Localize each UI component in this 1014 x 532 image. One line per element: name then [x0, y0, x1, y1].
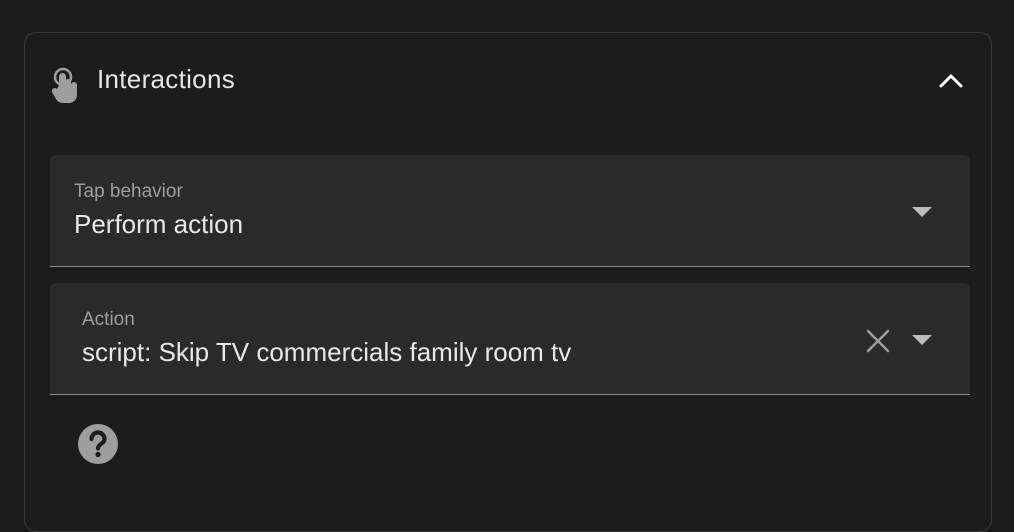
interactions-panel: Interactions Tap behavior Perform action… — [24, 32, 992, 532]
gesture-tap-icon — [51, 67, 77, 104]
dropdown-arrow-icon[interactable] — [910, 205, 934, 219]
tap-behavior-label: Tap behavior — [74, 181, 183, 202]
action-value: script: Skip TV commercials family room … — [82, 337, 572, 367]
collapse-button[interactable] — [935, 65, 967, 97]
action-label: Action — [82, 309, 135, 330]
help-circle-icon[interactable] — [77, 423, 119, 465]
close-icon[interactable] — [864, 327, 892, 355]
tap-behavior-select[interactable]: Tap behavior Perform action — [50, 155, 970, 267]
chevron-up-icon — [939, 74, 963, 88]
tap-behavior-value: Perform action — [74, 209, 244, 239]
panel-title: Interactions — [97, 64, 236, 94]
dropdown-arrow-icon[interactable] — [910, 333, 934, 347]
action-select[interactable]: Action script: Skip TV commercials famil… — [50, 283, 970, 395]
panel-header[interactable]: Interactions — [25, 33, 991, 129]
